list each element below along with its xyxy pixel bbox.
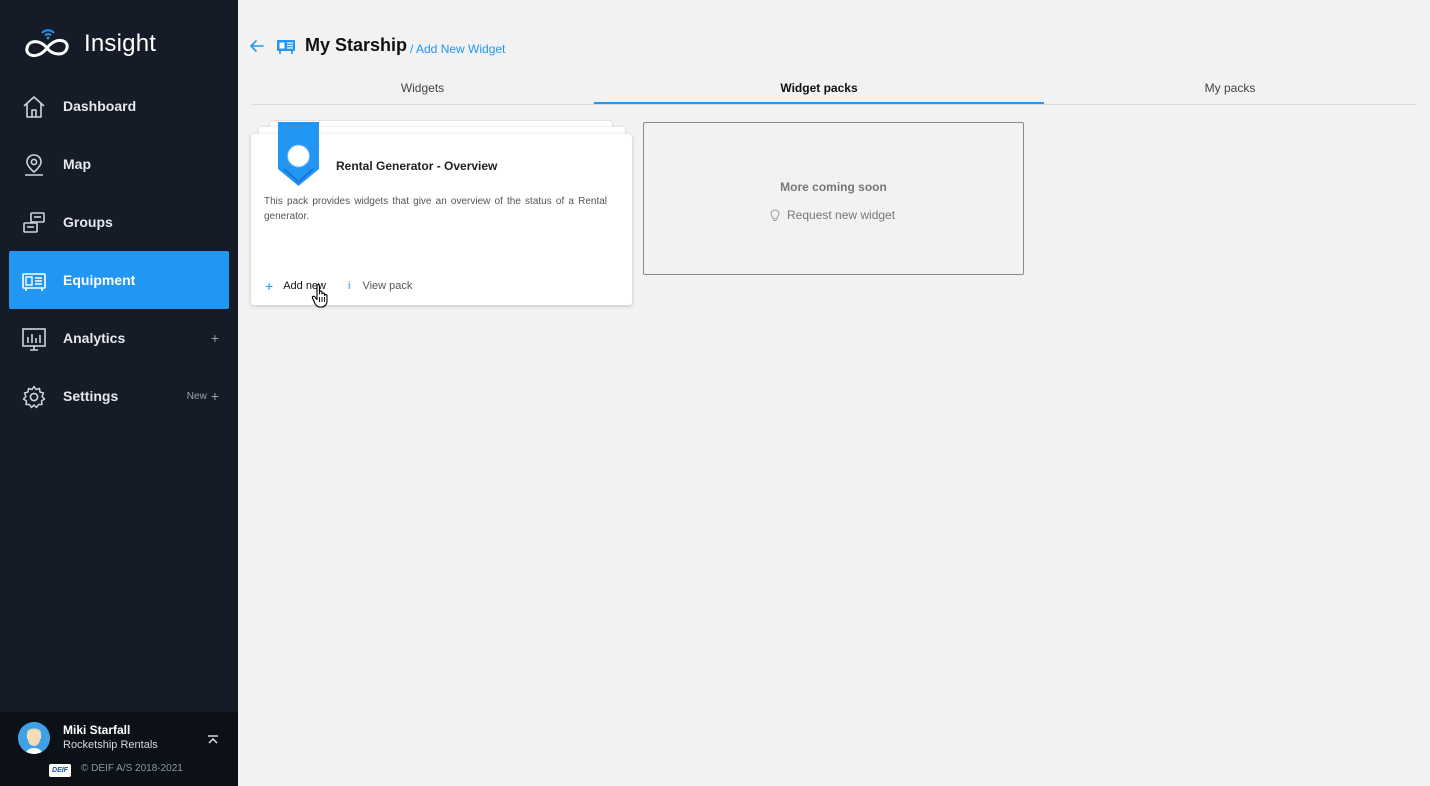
settings-new-button[interactable]: New + <box>187 388 219 404</box>
lightbulb-icon <box>770 208 780 221</box>
groups-icon <box>23 212 45 233</box>
pack-description: This pack provides widgets that give an … <box>264 196 607 222</box>
sidebar-item-label: Dashboard <box>63 98 137 114</box>
user-name: Miki Starfall <box>63 723 131 737</box>
sidebar-item-dashboard[interactable]: Dashboard <box>9 77 229 135</box>
copyright: © DEIF A/S 2018-2021 <box>81 763 183 774</box>
breadcrumb[interactable]: / Add New Widget <box>410 42 505 56</box>
sidebar-item-analytics[interactable]: Analytics + <box>9 309 229 367</box>
sidebar-item-groups[interactable]: Groups <box>9 193 229 251</box>
info-icon: i <box>348 280 351 292</box>
gear-icon <box>22 385 46 409</box>
infinity-logo-icon <box>25 29 69 57</box>
deif-logo: DEIF <box>49 764 71 777</box>
request-new-widget-label: Request new widget <box>787 208 896 222</box>
analytics-icon <box>22 328 46 351</box>
sidebar-item-equipment[interactable]: Equipment <box>9 251 229 309</box>
back-arrow-icon[interactable] <box>249 38 265 54</box>
sidebar-item-label: Analytics <box>63 330 126 346</box>
sidebar-item-label: Settings <box>63 388 119 404</box>
avatar[interactable] <box>18 722 50 754</box>
tab-bar: Widgets Widget packs My packs <box>251 74 1416 105</box>
plus-icon: + <box>265 278 274 294</box>
tab-my-packs[interactable]: My packs <box>1044 74 1416 102</box>
page-title: My Starship <box>305 35 408 55</box>
view-pack-button[interactable]: i View pack <box>348 280 412 292</box>
pack-title: Rental Generator - Overview <box>336 159 498 173</box>
sidebar: Insight Dashboard Map Groups Equipment A… <box>0 0 238 786</box>
app-logo[interactable]: Insight <box>22 26 156 62</box>
sidebar-nav: Dashboard Map Groups Equipment Analytics… <box>9 77 229 425</box>
user-panel: Miki Starfall Rocketship Rentals DEIF © … <box>0 712 238 786</box>
tab-widget-packs[interactable]: Widget packs <box>594 74 1044 104</box>
coming-soon-title: More coming soon <box>780 180 887 194</box>
user-org: Rocketship Rentals <box>63 739 158 751</box>
equipment-icon <box>277 40 295 54</box>
app-name: Insight <box>84 30 157 57</box>
new-badge: New <box>186 390 207 402</box>
coming-soon-card: More coming soon Request new widget <box>643 122 1024 275</box>
view-pack-label: View pack <box>362 280 413 292</box>
pack-actions: + Add new i View pack <box>265 278 412 294</box>
avatar-illustration-icon <box>18 722 50 754</box>
plus-icon: + <box>210 388 219 404</box>
pack-ribbon-icon <box>278 122 319 186</box>
sidebar-item-label: Groups <box>63 214 113 230</box>
equipment-icon <box>22 273 46 291</box>
analytics-add-button[interactable]: + <box>211 330 219 346</box>
home-icon <box>23 96 45 118</box>
tab-widgets[interactable]: Widgets <box>251 74 594 102</box>
request-new-widget-link[interactable]: Request new widget <box>770 208 895 222</box>
sidebar-item-settings[interactable]: Settings New + <box>9 367 229 425</box>
sidebar-item-label: Map <box>63 156 91 172</box>
hand-cursor-icon <box>311 283 328 308</box>
sidebar-item-map[interactable]: Map <box>9 135 229 193</box>
sidebar-item-label: Equipment <box>63 272 136 288</box>
map-pin-icon <box>25 154 43 176</box>
plus-icon: + <box>210 330 219 346</box>
collapse-up-icon[interactable] <box>206 733 220 747</box>
